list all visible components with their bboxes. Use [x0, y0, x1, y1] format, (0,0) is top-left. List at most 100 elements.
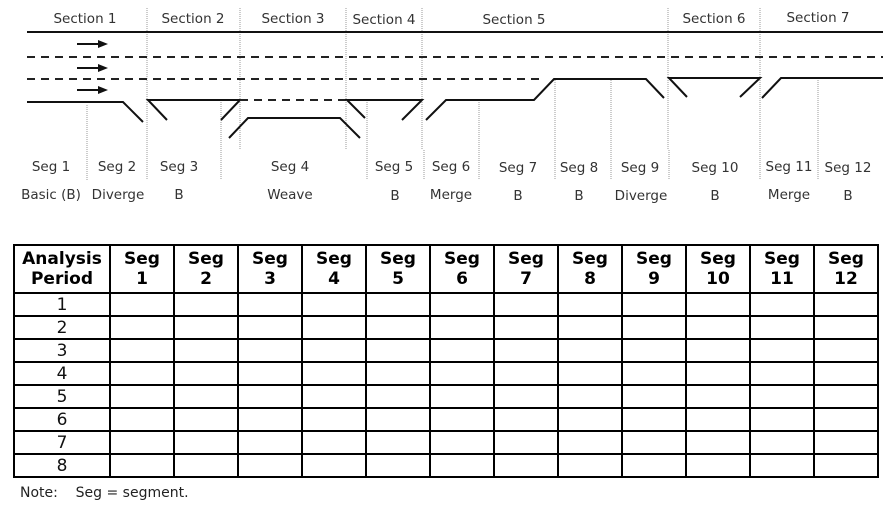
header-text: 9 [648, 269, 660, 289]
header-text: Seg [828, 249, 864, 269]
table-cell [493, 315, 559, 340]
header-text: Seg [188, 249, 224, 269]
table-cell [301, 453, 367, 478]
table-cell [109, 292, 175, 317]
table-cell [493, 407, 559, 432]
table-cell [109, 407, 175, 432]
table-body: 12345678 [13, 292, 879, 478]
table-cell [813, 453, 879, 478]
table-cell [557, 407, 623, 432]
table-cell [557, 315, 623, 340]
ramp-edge-seg5 [344, 99, 425, 121]
header-seg-12: Seg 12 [813, 244, 879, 294]
table-cell [429, 338, 495, 363]
table-cell [365, 430, 431, 455]
table-row: 4 [13, 361, 879, 386]
segment-type: Merge [768, 187, 810, 203]
table-cell [237, 338, 303, 363]
header-text: Seg [316, 249, 352, 269]
table-cell [621, 384, 687, 409]
header-text: Seg [252, 249, 288, 269]
table-cell [173, 338, 239, 363]
table-cell [749, 292, 815, 317]
table-cell [685, 407, 751, 432]
header-seg-1: Seg 1 [109, 244, 175, 294]
section-label: Section 4 [352, 12, 415, 28]
header-text: Seg [444, 249, 480, 269]
table-cell [749, 407, 815, 432]
header-text: Seg [124, 249, 160, 269]
table-cell [813, 384, 879, 409]
table-cell [173, 453, 239, 478]
right-arrow-icon [77, 86, 108, 94]
table-row: 6 [13, 407, 879, 432]
table-cell [621, 338, 687, 363]
section-label: Section 5 [482, 12, 545, 28]
freeway-facility-diagram: Section 1 Section 2 Section 3 Section 4 … [21, 8, 883, 204]
header-seg-4: Seg 4 [301, 244, 367, 294]
table-note: Note: Seg = segment. [20, 485, 189, 501]
header-text: 6 [456, 269, 468, 289]
table-cell [557, 453, 623, 478]
table-cell [557, 292, 623, 317]
table-cell [301, 315, 367, 340]
table-row: 3 [13, 338, 879, 363]
table-cell [301, 384, 367, 409]
merge-edge-seg6 [425, 78, 665, 121]
segment-label: Seg 11 [766, 159, 813, 175]
table-cell [557, 384, 623, 409]
table-cell [493, 384, 559, 409]
segment-type: B [390, 188, 399, 204]
table-cell [301, 407, 367, 432]
table-cell [237, 361, 303, 386]
period-cell: 2 [13, 315, 111, 340]
section-label: Section 1 [53, 11, 116, 27]
analysis-period-table: Analysis Period Seg 1 Seg 2 Seg 3 Seg 4 Seg 5 Seg 6… [13, 244, 879, 478]
period-cell: 8 [13, 453, 111, 478]
header-text: Seg [636, 249, 672, 269]
segment-type: Diverge [92, 187, 145, 203]
segment-type: Diverge [615, 188, 668, 204]
table-row: 5 [13, 384, 879, 409]
period-cell: 4 [13, 361, 111, 386]
table-cell [749, 430, 815, 455]
table-cell [109, 430, 175, 455]
table-row: 8 [13, 453, 879, 478]
table-cell [749, 315, 815, 340]
table-cell [109, 453, 175, 478]
header-text: 8 [584, 269, 596, 289]
table-cell [493, 361, 559, 386]
table-cell [621, 292, 687, 317]
table-cell [429, 407, 495, 432]
segment-label: Seg 6 [432, 159, 470, 175]
table-cell [109, 384, 175, 409]
header-text: Seg [700, 249, 736, 269]
table-cell [173, 430, 239, 455]
header-text: 2 [200, 269, 212, 289]
segment-type: Weave [267, 187, 312, 203]
table-cell [301, 338, 367, 363]
table-cell [685, 361, 751, 386]
table-cell [109, 338, 175, 363]
segment-label: Seg 12 [825, 160, 872, 176]
table-cell [557, 338, 623, 363]
segment-type: B [710, 188, 719, 204]
header-text: Seg [508, 249, 544, 269]
table-cell [365, 384, 431, 409]
table-cell [301, 430, 367, 455]
weave-auxiliary-edge [228, 117, 361, 139]
outer-edge-seg1 [27, 101, 144, 123]
header-seg-7: Seg 7 [493, 244, 559, 294]
table-cell [173, 361, 239, 386]
header-text: 12 [834, 269, 858, 289]
table-cell [493, 453, 559, 478]
header-text: Seg [572, 249, 608, 269]
table-cell [301, 292, 367, 317]
section-label: Section 3 [261, 11, 324, 27]
table-cell [685, 315, 751, 340]
section-label: Section 7 [786, 10, 849, 26]
table-cell [429, 430, 495, 455]
table-cell [621, 453, 687, 478]
table-row: 7 [13, 430, 879, 455]
table-cell [749, 384, 815, 409]
